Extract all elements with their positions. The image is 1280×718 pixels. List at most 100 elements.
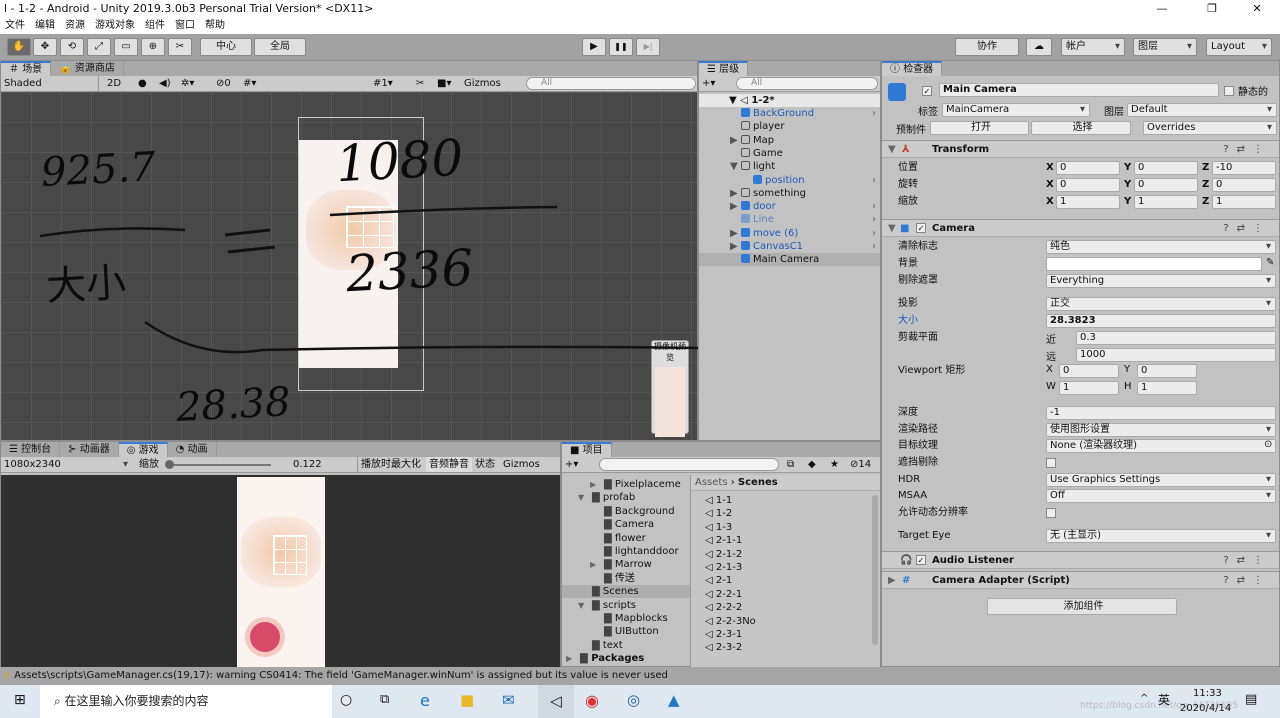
collab-dropdown[interactable]: 协作 bbox=[955, 38, 1019, 56]
hierarchy-item[interactable]: BackGround › bbox=[699, 107, 880, 120]
static-checkbox[interactable] bbox=[1224, 86, 1234, 96]
expand-arrow-icon[interactable]: ▶ bbox=[730, 240, 738, 253]
hidden-objects-icon[interactable]: ⊘0 bbox=[216, 76, 231, 91]
clock-time[interactable]: 11:33 bbox=[1193, 688, 1222, 699]
hierarchy-item[interactable]: ▶ move (6) › bbox=[699, 227, 880, 240]
expand-arrow-icon[interactable]: ▼ bbox=[578, 491, 584, 504]
stats-toggle[interactable]: 状态 bbox=[475, 457, 495, 472]
layout-dropdown[interactable]: Layout bbox=[1206, 38, 1272, 56]
eyedropper-icon[interactable]: ✎ bbox=[1266, 257, 1274, 268]
play-button[interactable]: ▶ bbox=[582, 38, 606, 56]
audio-enabled-checkbox[interactable]: ✓ bbox=[916, 555, 926, 565]
menu-edit[interactable]: 编辑 bbox=[35, 17, 55, 34]
transform-z-input[interactable]: -10 bbox=[1212, 161, 1276, 175]
mute-audio-toggle[interactable]: 音频静音 bbox=[426, 457, 472, 472]
status-bar[interactable]: ⚠ Assets\scripts\GameManager.cs(19,17): … bbox=[0, 667, 1280, 685]
rect-tool-icon[interactable]: ▭ bbox=[114, 38, 138, 56]
clock-date[interactable]: 2020/4/14 bbox=[1180, 703, 1231, 714]
tab-project[interactable]: ■ 项目 bbox=[562, 442, 612, 457]
scene-file-item[interactable]: ◁ 2-1 bbox=[691, 574, 880, 587]
transform-y-input[interactable]: 0 bbox=[1134, 161, 1198, 175]
folder-item[interactable]: ▼ ▇ profab bbox=[562, 491, 690, 504]
scale-tool-icon[interactable]: ⤢ bbox=[87, 38, 111, 56]
hierarchy-item[interactable]: ▼ light bbox=[699, 160, 880, 173]
menu-window[interactable]: 窗口 bbox=[175, 17, 195, 34]
project-search-input[interactable] bbox=[599, 458, 779, 471]
transform-y-input[interactable]: 0 bbox=[1134, 178, 1198, 192]
edge-icon[interactable]: e bbox=[420, 691, 430, 710]
scale-slider-handle[interactable] bbox=[165, 460, 174, 469]
tab-asset-store[interactable]: 🔒 资源商店 bbox=[51, 61, 124, 76]
filter-label-icon[interactable]: ◆ bbox=[808, 457, 816, 472]
scene-root[interactable]: ▼ ◁ 1-2* bbox=[699, 94, 880, 107]
folder-item[interactable]: ▇ UIButton bbox=[562, 625, 690, 638]
expand-arrow-icon[interactable]: ▶ bbox=[590, 478, 596, 491]
menu-assets[interactable]: 资源 bbox=[65, 17, 85, 34]
scene-file-item[interactable]: ◁ 2-2-1 bbox=[691, 588, 880, 601]
minimize-button[interactable]: — bbox=[1139, 0, 1185, 17]
object-picker-icon[interactable]: ⊙ bbox=[1264, 439, 1272, 450]
tray-chevron-icon[interactable]: ^ bbox=[1140, 693, 1148, 704]
background-color-field[interactable] bbox=[1046, 257, 1262, 271]
cloud-icon[interactable]: ☁ bbox=[1026, 38, 1052, 56]
expand-arrow-icon[interactable]: ▶ bbox=[730, 200, 738, 213]
scene-file-item[interactable]: ◁ 2-1-1 bbox=[691, 534, 880, 547]
add-component-button[interactable]: 添加组件 bbox=[987, 598, 1177, 615]
hierarchy-item[interactable]: ▶ something bbox=[699, 187, 880, 200]
photos-icon[interactable]: ▲ bbox=[668, 691, 680, 709]
scene-file-item[interactable]: ◁ 1-2 bbox=[691, 507, 880, 520]
transform-tool-icon[interactable]: ⊕ bbox=[141, 38, 165, 56]
gizmos-dropdown[interactable]: Gizmos bbox=[464, 76, 501, 91]
near-input[interactable]: 0.3 bbox=[1076, 331, 1276, 345]
lighting-icon[interactable]: ● bbox=[138, 76, 147, 91]
hierarchy-item[interactable]: position › bbox=[699, 174, 880, 187]
hierarchy-item[interactable]: Line › bbox=[699, 213, 880, 226]
scene-file-item[interactable]: ◁ 2-1-3 bbox=[691, 561, 880, 574]
transform-x-input[interactable]: 0 bbox=[1056, 161, 1120, 175]
chrome-icon[interactable]: ◉ bbox=[585, 691, 599, 710]
file-explorer-icon[interactable]: ■ bbox=[460, 691, 474, 709]
transform-x-input[interactable]: 0 bbox=[1056, 178, 1120, 192]
move-tool-icon[interactable]: ✥ bbox=[33, 38, 57, 56]
object-name-input[interactable]: Main Camera bbox=[939, 83, 1219, 97]
account-dropdown[interactable]: 帐户 bbox=[1061, 38, 1125, 56]
taskbar-search-input[interactable]: ⌕ 在这里输入你要搜索的内容 bbox=[40, 685, 332, 718]
hand-tool-icon[interactable]: ✋ bbox=[7, 38, 31, 56]
culling-mask-dropdown[interactable]: Everything bbox=[1046, 274, 1276, 288]
size-input[interactable]: 28.3823 bbox=[1046, 314, 1276, 328]
scene-file-item[interactable]: ◁ 2-1-2 bbox=[691, 548, 880, 561]
breadcrumb-scenes[interactable]: Scenes bbox=[738, 477, 778, 488]
occlusion-culling-checkbox[interactable] bbox=[1046, 458, 1056, 468]
folder-item[interactable]: ▼ ▇ scripts bbox=[562, 599, 690, 612]
cortana-icon[interactable]: ○ bbox=[340, 692, 352, 708]
tab-game[interactable]: ◎ 游戏 bbox=[118, 442, 168, 457]
pause-button[interactable]: ❚❚ bbox=[609, 38, 633, 56]
expand-arrow-icon[interactable]: ▶ bbox=[730, 187, 738, 200]
dynamic-resolution-checkbox[interactable] bbox=[1046, 508, 1056, 518]
menu-file[interactable]: 文件 bbox=[5, 17, 25, 34]
folder-item[interactable]: ▇ Background bbox=[562, 505, 690, 518]
2d-toggle[interactable]: 2D bbox=[107, 76, 121, 91]
expand-arrow-icon[interactable]: ▶ bbox=[730, 134, 738, 147]
viewport-w-input[interactable]: 1 bbox=[1059, 381, 1119, 395]
folder-item[interactable]: ▶ ▇ Pixelplaceme bbox=[562, 478, 690, 491]
viewport-x-input[interactable]: 0 bbox=[1059, 364, 1119, 378]
scale-slider[interactable] bbox=[166, 464, 271, 466]
custom-tool-icon[interactable]: ✂ bbox=[168, 38, 192, 56]
grid-icon[interactable]: #▾ bbox=[243, 76, 256, 91]
folder-item[interactable]: ▶ ▇ Marrow bbox=[562, 558, 690, 571]
expand-arrow-icon[interactable]: ▶ bbox=[730, 227, 738, 240]
hierarchy-item[interactable]: Game bbox=[699, 147, 880, 160]
prefab-open-button[interactable]: 打开 bbox=[930, 121, 1029, 135]
game-gizmos-dropdown[interactable]: Gizmos bbox=[503, 457, 540, 472]
pivot-toggle[interactable]: 中心 bbox=[200, 38, 252, 56]
expand-arrow-icon[interactable]: ▶ bbox=[590, 558, 596, 571]
notifications-icon[interactable]: ▤ bbox=[1245, 692, 1257, 707]
target-eye-dropdown[interactable]: 无 (主显示) bbox=[1046, 529, 1276, 543]
far-input[interactable]: 1000 bbox=[1076, 348, 1276, 362]
scene-file-item[interactable]: ◁ 1-3 bbox=[691, 521, 880, 534]
files-scrollbar[interactable] bbox=[872, 495, 878, 645]
chevron-right-icon[interactable]: › bbox=[872, 213, 876, 226]
app-icon[interactable]: ◎ bbox=[627, 691, 640, 709]
maximize-on-play-toggle[interactable]: 播放时最大化 bbox=[357, 457, 424, 472]
